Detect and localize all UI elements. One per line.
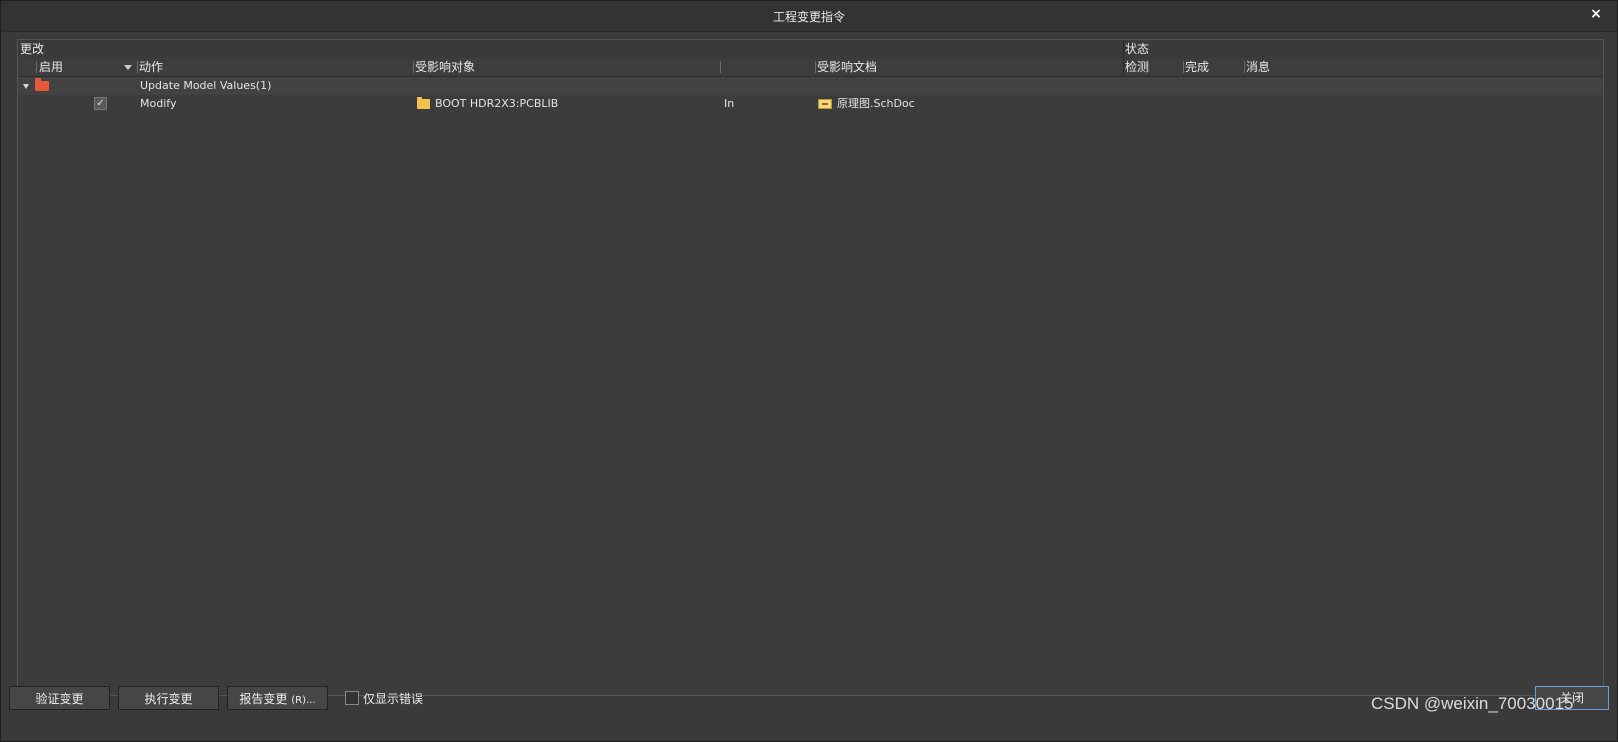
affected-document-cell: 原理图.SchDoc [818, 95, 1118, 113]
column-header-affected-object[interactable]: 受影响对象 [415, 58, 475, 76]
column-header-done[interactable]: 完成 [1185, 58, 1209, 76]
column-header-affected-document[interactable]: 受影响文档 [817, 58, 877, 76]
relation-cell: In [724, 97, 735, 110]
group-row-update-model-values[interactable]: Update Model Values(1) [18, 77, 1603, 95]
schdoc-icon [818, 99, 832, 109]
affected-document-label: 原理图.SchDoc [837, 97, 915, 110]
column-separator [815, 61, 816, 73]
column-separator [1244, 61, 1245, 73]
dialog-title: 工程变更指令 [772, 10, 845, 24]
status-group-header: 状态 [1125, 42, 1150, 56]
report-button-shortcut: (R)... [291, 695, 316, 706]
group-row-label: Update Model Values(1) [140, 79, 272, 92]
affected-object-cell: BOOT HDR2X3:PCBLIB [417, 95, 717, 113]
changes-group-header: 更改 [20, 42, 45, 56]
column-header-check[interactable]: 检测 [1125, 58, 1149, 76]
validate-changes-button[interactable]: 验证变更 [9, 686, 110, 710]
execute-changes-button[interactable]: 执行变更 [118, 686, 219, 710]
column-header-action[interactable]: 动作 [139, 58, 163, 76]
column-header-row: 启用 动作 受影响对象 受影响文档 检测 完成 消息 [18, 58, 1603, 77]
column-header-enable[interactable]: 启用 [39, 58, 63, 76]
action-cell: Modify [140, 97, 177, 110]
title-bar[interactable]: 工程变更指令 × [1, 1, 1617, 32]
column-header-message[interactable]: 消息 [1246, 58, 1270, 76]
folder-red-icon [35, 78, 49, 91]
column-separator [1183, 61, 1184, 73]
enable-checkbox[interactable]: ✓ [94, 97, 107, 110]
changes-table: 更改 状态 启用 动作 受影响对象 受影响文档 检测 完成 消息 Update … [17, 39, 1604, 696]
csdn-watermark: CSDN @weixin_70030015 [1371, 694, 1574, 713]
report-button-label: 报告变更 [239, 692, 288, 706]
engineering-change-order-dialog: 工程变更指令 × 更改 状态 启用 动作 受影响对象 受影响文档 检测 完成 消… [0, 0, 1618, 742]
only-show-errors-checkbox[interactable] [345, 691, 359, 705]
column-separator [720, 61, 721, 73]
column-separator [137, 61, 138, 73]
column-separator [36, 61, 37, 73]
group-header-row: 更改 状态 [18, 40, 1603, 59]
affected-object-label: BOOT HDR2X3:PCBLIB [435, 97, 559, 110]
filter-dropdown-icon[interactable] [124, 65, 132, 70]
report-changes-button[interactable]: 报告变更 (R)... [227, 686, 328, 710]
folder-yellow-icon [417, 97, 430, 109]
only-show-errors-label[interactable]: 仅显示错误 [363, 690, 423, 707]
status-divider [1123, 40, 1124, 76]
dialog-footer: 验证变更 执行变更 报告变更 (R)... 仅显示错误 关闭 CSDN @wei… [1, 681, 1617, 741]
collapse-triangle-icon[interactable] [23, 84, 29, 89]
column-separator [413, 61, 414, 73]
close-icon[interactable]: × [1587, 5, 1605, 23]
table-row[interactable]: ✓ Modify BOOT HDR2X3:PCBLIB In 原理图.SchDo… [18, 95, 1603, 113]
